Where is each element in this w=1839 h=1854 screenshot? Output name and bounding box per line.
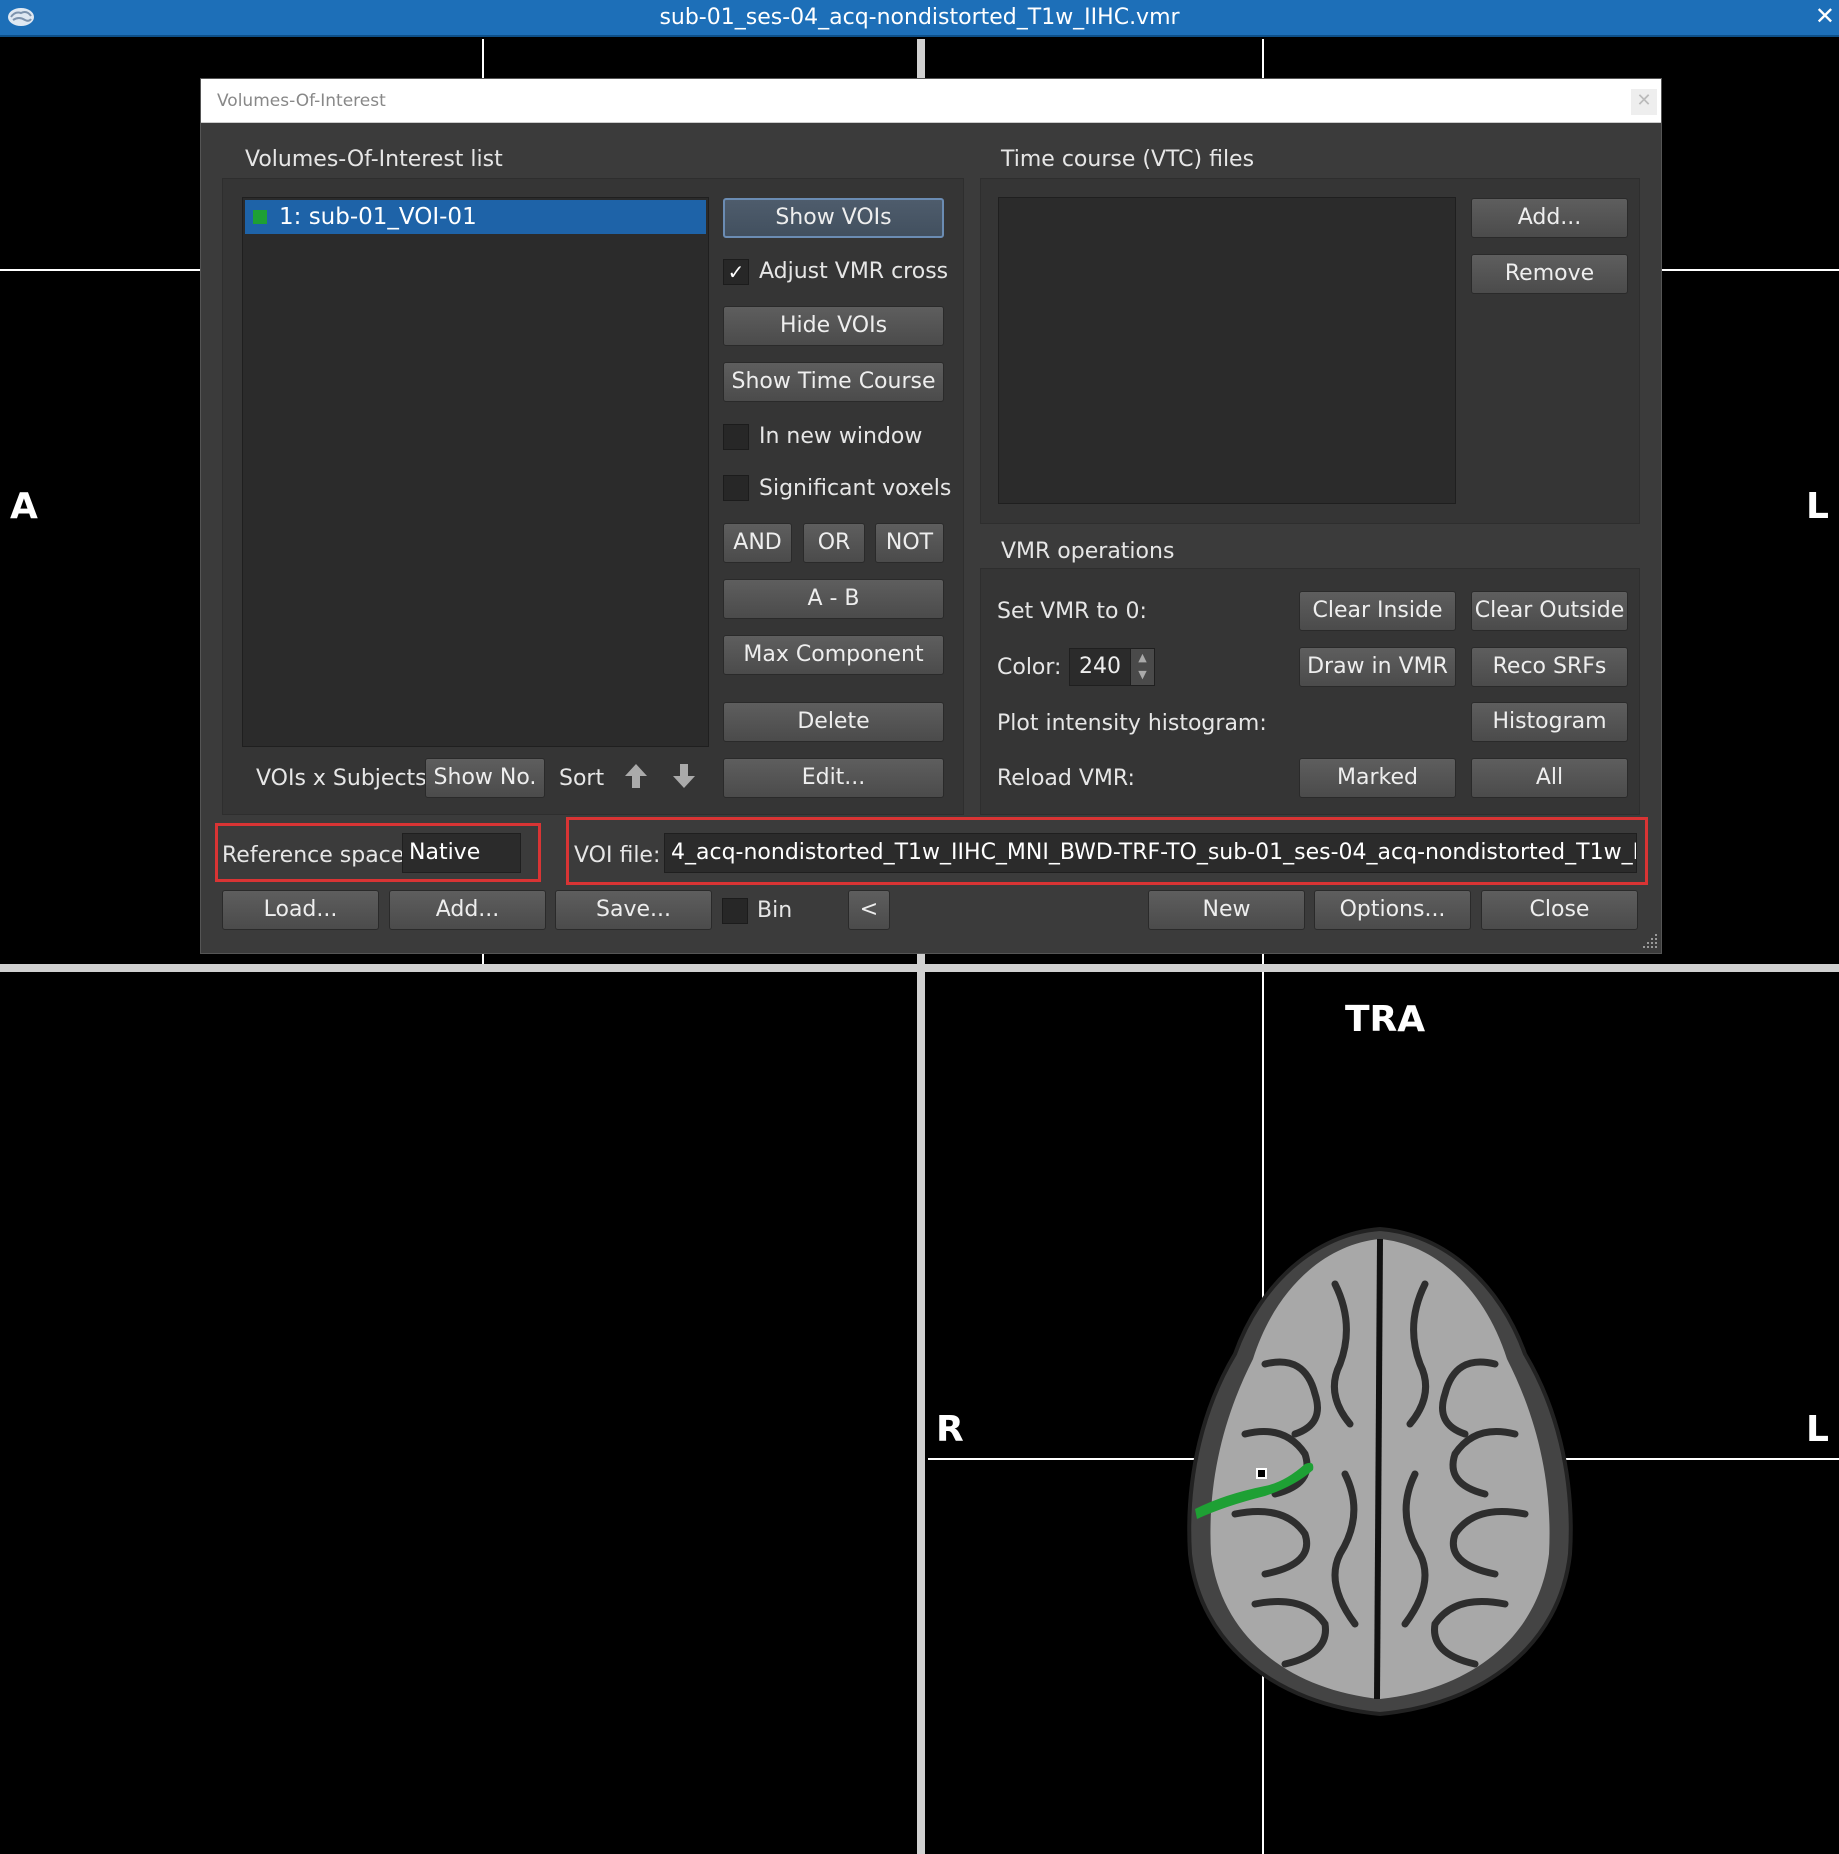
voi-listbox[interactable]: 1: sub-01_VOI-01 [242, 197, 709, 747]
significant-voxels-checkbox[interactable] [723, 475, 749, 501]
clear-outside-button[interactable]: Clear Outside [1471, 591, 1628, 631]
color-spinbox[interactable]: 240 ▲ ▼ [1069, 648, 1155, 686]
vtc-remove-button[interactable]: Remove [1471, 254, 1628, 294]
add-button[interactable]: Add... [389, 890, 546, 930]
spin-arrows-icon[interactable]: ▲ ▼ [1130, 649, 1154, 685]
vmr-operations-label: VMR operations [1001, 539, 1175, 564]
delete-button[interactable]: Delete [723, 702, 944, 742]
bin-label: Bin [757, 898, 793, 923]
hide-vois-button[interactable]: Hide VOIs [723, 306, 944, 346]
a-minus-b-button[interactable]: A - B [723, 579, 944, 619]
window-titlebar: sub-01_ses-04_acq-nondistorted_T1w_IIHC.… [0, 0, 1839, 37]
reference-space-field[interactable]: Native [402, 833, 521, 873]
vtc-add-button[interactable]: Add... [1471, 198, 1628, 238]
bin-checkbox[interactable] [722, 898, 748, 924]
orientation-label-r: R [936, 1409, 964, 1450]
vtc-listbox[interactable] [998, 197, 1456, 504]
max-component-button[interactable]: Max Component [723, 635, 944, 675]
in-new-window-label: In new window [759, 424, 923, 449]
sort-up-arrow-icon[interactable] [623, 762, 649, 790]
brain-slice-image[interactable] [1165, 1224, 1595, 1719]
reco-srfs-button[interactable]: Reco SRFs [1471, 647, 1628, 687]
orientation-label-l-bottom: L [1806, 1409, 1829, 1450]
dialog-title: Volumes-Of-Interest [217, 91, 386, 111]
voi-file-field[interactable]: 4_acq-nondistorted_T1w_IIHC_MNI_BWD-TRF-… [664, 833, 1637, 873]
vtc-files-label: Time course (VTC) files [1001, 147, 1255, 172]
and-button[interactable]: AND [723, 523, 792, 563]
reload-vmr-label: Reload VMR: [997, 766, 1135, 791]
significant-voxels-label: Significant voxels [759, 476, 952, 501]
clear-inside-button[interactable]: Clear Inside [1299, 591, 1456, 631]
reload-marked-button[interactable]: Marked [1299, 758, 1456, 798]
adjust-vmr-cross-label: Adjust VMR cross [759, 259, 949, 284]
view-label-tra: TRA [1345, 999, 1426, 1040]
draw-in-vmr-button[interactable]: Draw in VMR [1299, 647, 1456, 687]
edit-button[interactable]: Edit... [723, 758, 944, 798]
vois-x-subjects-label: VOIs x Subjects [256, 766, 427, 791]
load-button[interactable]: Load... [222, 890, 379, 930]
in-new-window-checkbox[interactable] [723, 424, 749, 450]
window-title: sub-01_ses-04_acq-nondistorted_T1w_IIHC.… [659, 5, 1180, 30]
histogram-button[interactable]: Histogram [1471, 702, 1628, 742]
voi-file-label: VOI file: [574, 843, 661, 868]
not-button[interactable]: NOT [875, 523, 944, 563]
save-button[interactable]: Save... [555, 890, 712, 930]
voi-list-item[interactable]: 1: sub-01_VOI-01 [245, 200, 706, 234]
voi-color-swatch [253, 210, 267, 224]
plot-histogram-label: Plot intensity histogram: [997, 711, 1267, 736]
sort-down-arrow-icon[interactable] [671, 762, 697, 790]
collapse-button[interactable]: < [848, 890, 890, 930]
window-close-icon[interactable]: ✕ [1815, 2, 1835, 30]
dialog-header: Volumes-Of-Interest ✕ [201, 79, 1661, 123]
options-button[interactable]: Options... [1314, 890, 1471, 930]
show-time-course-button[interactable]: Show Time Course [723, 362, 944, 402]
or-button[interactable]: OR [803, 523, 865, 563]
sort-label: Sort [559, 766, 605, 791]
color-value: 240 [1079, 654, 1121, 679]
orientation-label-l-top: L [1806, 486, 1829, 527]
close-button[interactable]: Close [1481, 890, 1638, 930]
resize-grip-icon[interactable] [1641, 932, 1659, 950]
orientation-label-a: A [10, 486, 38, 527]
reload-all-button[interactable]: All [1471, 758, 1628, 798]
voi-list-label: Volumes-Of-Interest list [245, 147, 503, 172]
adjust-vmr-cross-checkbox[interactable]: ✓ [723, 259, 749, 285]
horizontal-divider [0, 964, 1839, 972]
set-vmr-zero-label: Set VMR to 0: [997, 599, 1147, 624]
show-vois-button[interactable]: Show VOIs [723, 198, 944, 238]
new-button[interactable]: New [1148, 890, 1305, 930]
dialog-close-icon[interactable]: ✕ [1631, 89, 1657, 115]
voi-item-label: 1: sub-01_VOI-01 [279, 204, 477, 230]
color-label: Color: [997, 655, 1062, 680]
reference-space-label: Reference space: [222, 843, 412, 868]
show-no-button[interactable]: Show No. [425, 758, 545, 798]
